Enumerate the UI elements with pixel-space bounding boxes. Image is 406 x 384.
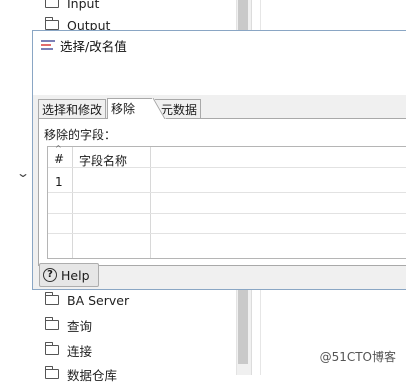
help-button-label: Help: [61, 267, 90, 283]
table-row-number: 1: [55, 175, 63, 189]
tree-item-input[interactable]: Input: [45, 0, 99, 13]
folder-icon: [44, 292, 59, 305]
folder-icon: [44, 342, 59, 355]
fields-to-remove-label: 移除的字段：: [44, 128, 117, 142]
dialog-header-area: [33, 59, 406, 95]
dialog-titlebar[interactable]: 选择/改名值: [33, 31, 406, 59]
folder-icon: [44, 317, 59, 330]
help-icon: ?: [43, 268, 57, 282]
tab-remove-edge: [152, 98, 166, 119]
fields-table[interactable]: ^ # 字段名称 1: [47, 144, 406, 259]
watermark: @51CTO博客: [319, 350, 396, 364]
row-divider: [48, 192, 406, 193]
tree-item-data-warehouse[interactable]: 数据仓库: [44, 364, 118, 384]
column-separator: [72, 147, 73, 258]
tree-item-label: Input: [67, 0, 100, 11]
tree-item-label: 数据仓库: [67, 367, 118, 383]
tree-item-label: 查询: [67, 318, 93, 334]
column-header-number[interactable]: #: [54, 152, 64, 166]
dialog-title: 选择/改名值: [60, 38, 127, 54]
select-values-icon: [41, 39, 55, 51]
tree-item-ba-server[interactable]: BA Server: [44, 290, 130, 310]
folder-icon: [44, 366, 59, 379]
help-button[interactable]: ? Help: [39, 263, 99, 287]
select-rename-dialog: 选择/改名值 选择和修改 移除 元数据 移除的字段： ^ # 字段名称 1 ? …: [32, 30, 406, 290]
tree-item-query[interactable]: 查询: [44, 315, 93, 335]
tree-item-label: 连接: [67, 343, 93, 359]
folder-icon: [45, 0, 59, 8]
tab-remove[interactable]: 移除: [107, 98, 153, 119]
remove-tab-panel: 移除的字段： ^ # 字段名称 1: [38, 118, 406, 266]
column-separator: [150, 147, 151, 258]
header-divider: [48, 167, 406, 168]
tab-strip: 选择和修改 移除 元数据: [38, 98, 406, 119]
folder-icon: [44, 17, 59, 30]
tree-item-connection[interactable]: 连接: [44, 340, 93, 360]
tab-select-modify[interactable]: 选择和修改: [38, 99, 107, 118]
chevron-down-icon[interactable]: ⌄: [16, 166, 30, 180]
row-divider: [48, 233, 406, 234]
tree-item-label: BA Server: [67, 292, 130, 308]
row-divider: [48, 213, 406, 214]
